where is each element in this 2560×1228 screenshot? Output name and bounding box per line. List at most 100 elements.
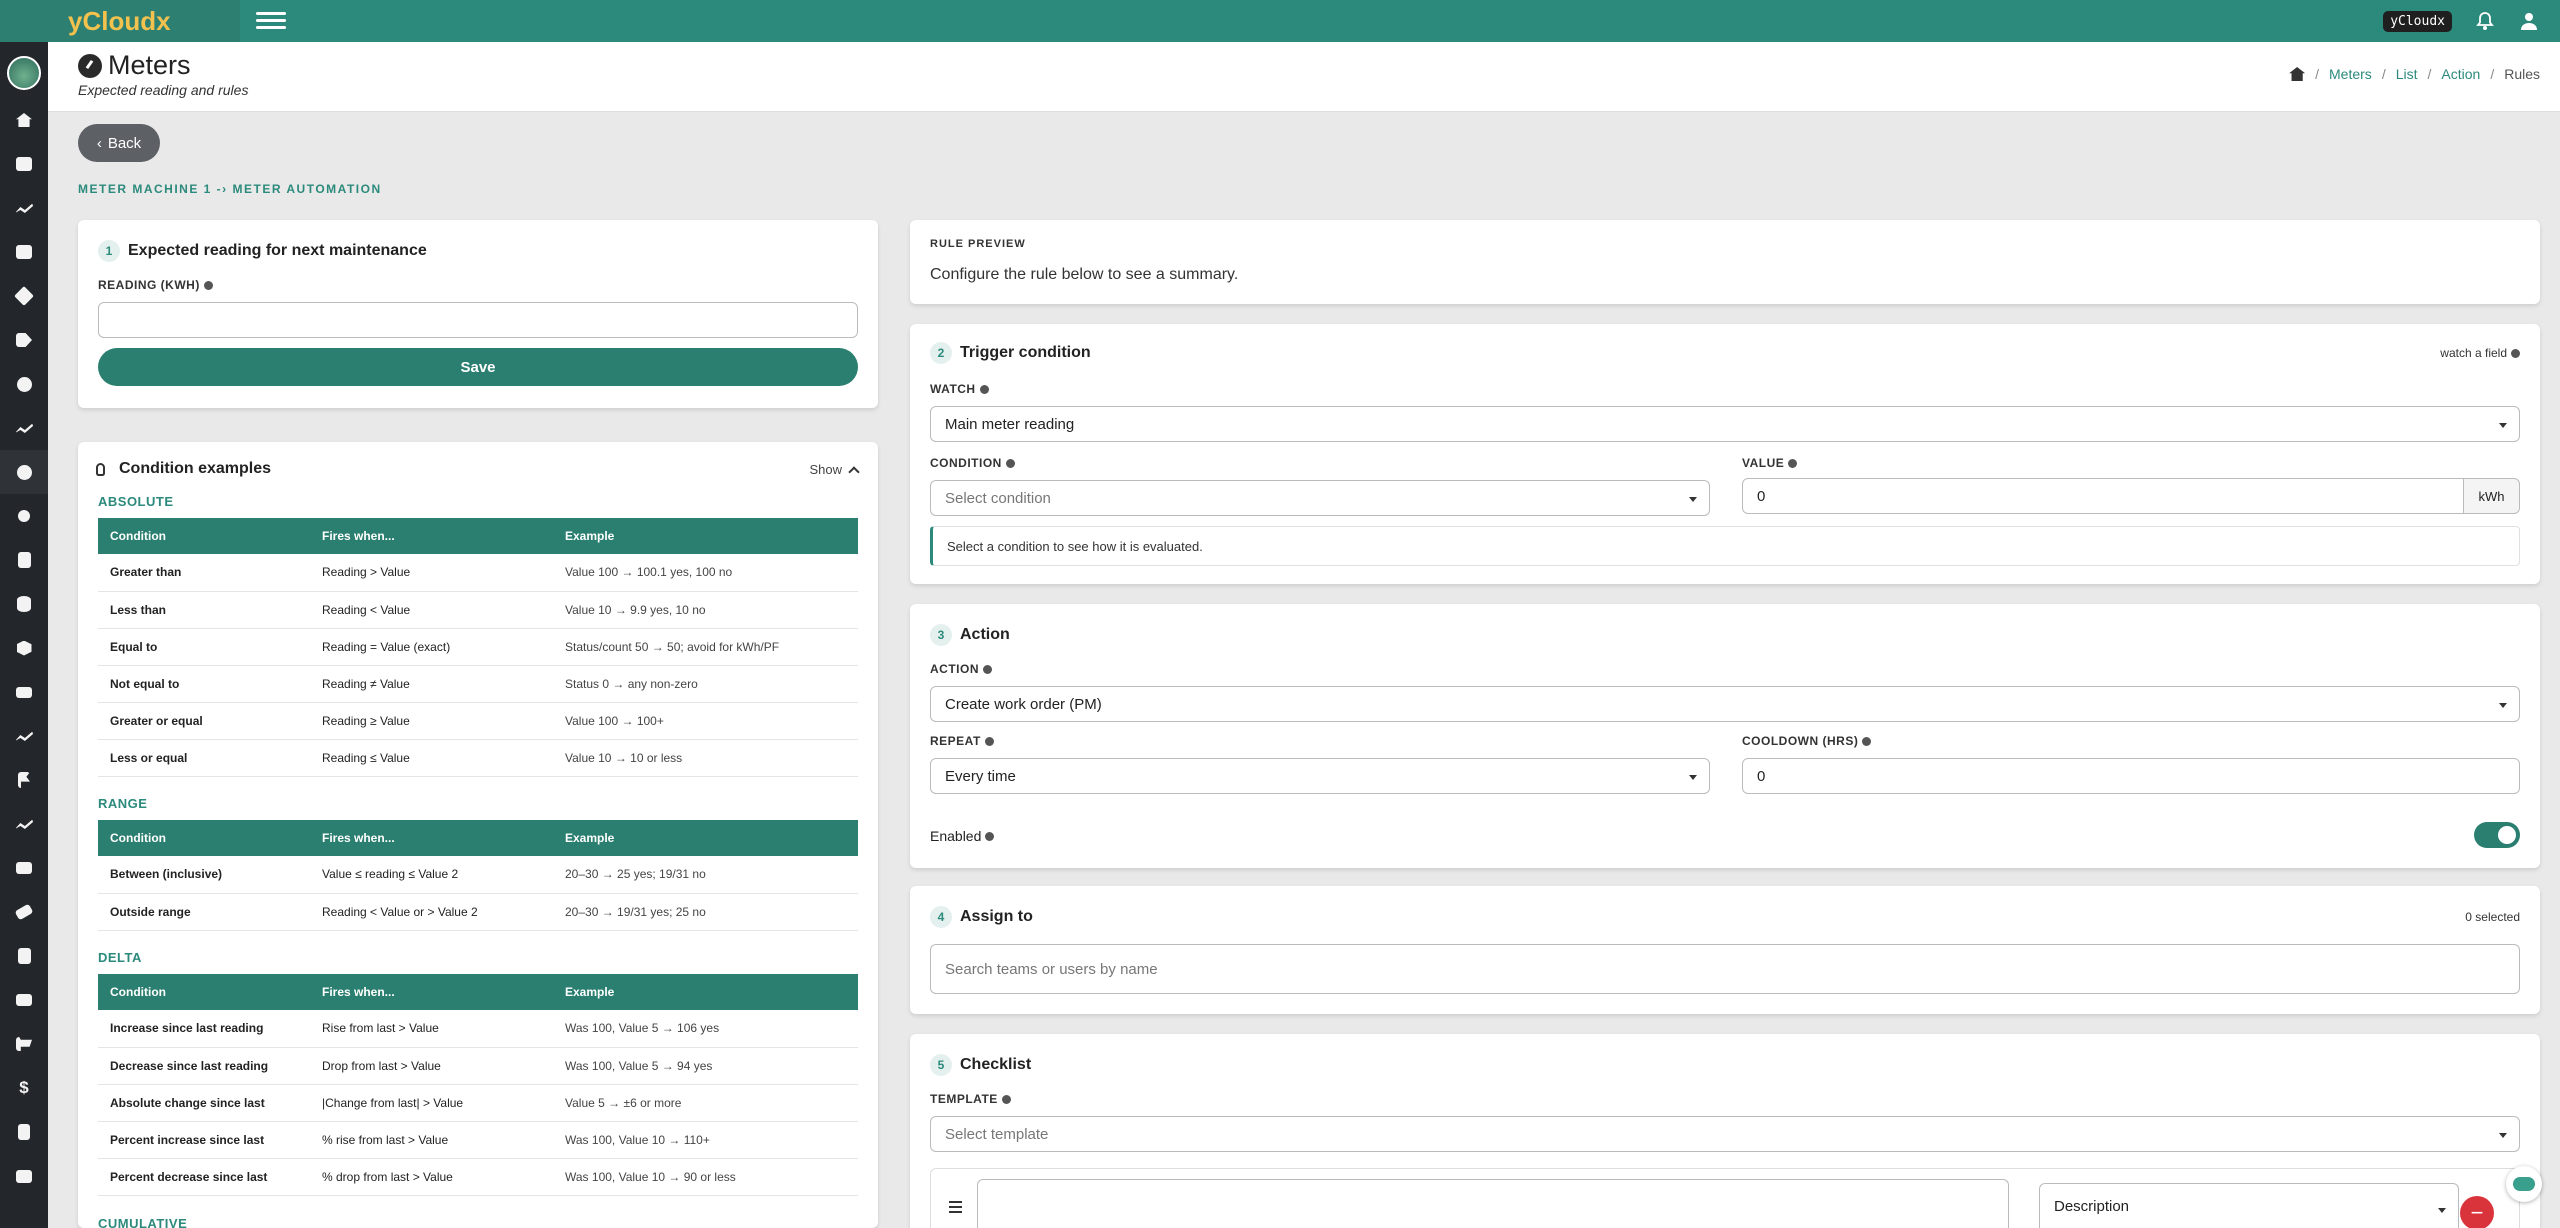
nav-clipboard-icon[interactable] — [0, 934, 48, 978]
nav-calendar-check-icon[interactable] — [0, 142, 48, 186]
trigger-heading: Trigger condition — [960, 344, 1091, 361]
rule-preview-card: RULE PREVIEW Configure the rule below to… — [910, 220, 2540, 304]
value-input[interactable]: 0 — [1742, 478, 2464, 514]
nav-home-icon[interactable] — [0, 98, 48, 142]
user-icon[interactable] — [2518, 10, 2540, 32]
gauge-icon — [78, 53, 102, 78]
nav-id-card-icon[interactable] — [0, 846, 48, 890]
action-heading: Action — [960, 626, 1010, 643]
nav-line-chart-icon[interactable] — [0, 802, 48, 846]
bell-icon[interactable] — [2474, 10, 2496, 32]
col-example: Example — [565, 985, 615, 999]
nav-signature-icon[interactable] — [0, 406, 48, 450]
nav-trend-icon[interactable] — [0, 714, 48, 758]
nav-box-icon[interactable] — [0, 626, 48, 670]
step-badge: 4 — [930, 906, 952, 928]
assign-heading: Assign to — [960, 908, 1033, 925]
item-type-select[interactable]: Description — [2039, 1183, 2459, 1228]
nav-flag-icon[interactable] — [0, 758, 48, 802]
save-button[interactable]: Save — [98, 348, 858, 386]
table-row: Greater than Reading > Value Value 100 → 1… — [98, 554, 858, 592]
brand-logo[interactable]: yCloudx — [0, 0, 240, 42]
checklist-item-input[interactable] — [977, 1179, 2009, 1228]
example-cell: Was 100, Value 10 → 90 or less — [553, 1158, 858, 1196]
breadcrumb-action[interactable]: Action — [2441, 66, 2480, 82]
nav-meters-icon[interactable] — [0, 450, 48, 494]
nav-briefcase-icon[interactable] — [0, 1154, 48, 1198]
condition-hint: Select a condition to see how it is eval… — [930, 526, 2520, 566]
nav-cart-icon[interactable] — [0, 1022, 48, 1066]
table-row: Not equal to Reading ≠ Value Status 0 → an… — [98, 665, 858, 703]
condition-label: CONDITION — [930, 456, 1015, 470]
col-fires-when: Fires when... — [322, 985, 395, 999]
repeat-label: REPEAT — [930, 734, 994, 748]
step-badge: 5 — [930, 1054, 952, 1076]
nav-wrench-icon[interactable] — [0, 274, 48, 318]
range-table: Condition Fires when... Example Between … — [98, 820, 858, 931]
watch-a-field-hint: watch a field — [2440, 346, 2520, 360]
nav-dollar-icon[interactable]: $ — [0, 1066, 48, 1110]
expected-reading-title: 1 Expected reading for next maintenance — [98, 240, 427, 262]
menu-toggle-icon[interactable] — [256, 8, 286, 34]
expected-reading-heading: Expected reading for next maintenance — [128, 242, 427, 259]
breadcrumb: / Meters / List / Action / Rules — [2289, 66, 2540, 82]
example-cell: Was 100, Value 10 → 110+ — [553, 1121, 858, 1159]
example-cell: Was 100, Value 5 → 106 yes — [553, 1010, 858, 1048]
drag-handle-icon[interactable] — [949, 1201, 962, 1213]
watch-select[interactable]: Main meter reading — [930, 406, 2520, 442]
condition-select[interactable]: Select condition — [930, 480, 1710, 516]
step-badge: 2 — [930, 342, 952, 364]
condition-cell: Percent increase since last — [98, 1121, 310, 1159]
cloud-assistant-icon[interactable] — [2506, 1166, 2542, 1202]
chevron-left-icon: ‹ — [96, 134, 102, 152]
template-select[interactable]: Select template — [930, 1116, 2520, 1152]
step-badge: 3 — [930, 624, 952, 646]
cooldown-input[interactable]: 0 — [1742, 758, 2520, 794]
back-button[interactable]: ‹ Back — [78, 124, 160, 162]
table-row: Less or equal Reading ≤ Value Value 10 → 1… — [98, 739, 858, 777]
nav-receipt-icon[interactable] — [0, 1110, 48, 1154]
nav-monitor-icon[interactable] — [0, 670, 48, 714]
back-label: Back — [107, 134, 142, 152]
enabled-toggle[interactable] — [2474, 822, 2520, 848]
condition-examples-card: Condition examples Show ABSOLUTE Conditi… — [78, 442, 878, 1228]
assign-count: 0 selected — [2465, 910, 2520, 924]
table-row: Between (inclusive) Value ≤ reading ≤ Val… — [98, 856, 858, 894]
nav-ticket-icon[interactable] — [0, 890, 48, 934]
action-select[interactable]: Create work order (PM) — [930, 686, 2520, 722]
repeat-select[interactable]: Every time — [930, 758, 1710, 794]
table-row: Less than Reading < Value Value 10 → 9.9 y… — [98, 591, 858, 629]
fires-when-cell: Value ≤ reading ≤ Value 2 — [310, 856, 553, 894]
fires-when-cell: Reading ≠ Value — [310, 665, 553, 703]
nav-database-icon[interactable] — [0, 582, 48, 626]
nav-globe-icon[interactable] — [0, 362, 48, 406]
nav-file-icon[interactable] — [0, 538, 48, 582]
fires-when-cell: % rise from last > Value — [310, 1121, 553, 1159]
col-example: Example — [565, 529, 615, 543]
org-logo[interactable] — [7, 56, 41, 90]
nav-calendar-icon[interactable] — [0, 230, 48, 274]
caret-down-icon — [2499, 1133, 2507, 1138]
caret-down-icon — [2499, 423, 2507, 428]
remove-item-button[interactable]: − — [2460, 1196, 2494, 1228]
trigger-title: 2 Trigger condition — [930, 342, 1091, 364]
reading-input[interactable] — [98, 302, 858, 338]
user-chip[interactable]: yCloudx — [2383, 10, 2452, 32]
nav-chart-icon[interactable] — [0, 186, 48, 230]
col-condition: Condition — [110, 529, 166, 543]
examples-toggle[interactable]: Show — [809, 462, 860, 478]
col-condition: Condition — [110, 985, 166, 999]
condition-cell: Increase since last reading — [98, 1010, 310, 1048]
action-label: ACTION — [930, 662, 992, 676]
nav-tag-icon[interactable] — [0, 318, 48, 362]
home-icon[interactable] — [2289, 67, 2306, 81]
rule-preview-label: RULE PREVIEW — [930, 238, 1026, 250]
nav-address-card-icon[interactable] — [0, 978, 48, 1022]
assign-search-input[interactable]: Search teams or users by name — [930, 944, 2520, 994]
breadcrumb-meters[interactable]: Meters — [2329, 66, 2372, 82]
breadcrumb-list[interactable]: List — [2396, 66, 2418, 82]
nav-circle-icon[interactable] — [0, 494, 48, 538]
info-icon — [1862, 736, 1872, 746]
assign-title: 4 Assign to — [930, 906, 1033, 928]
breadcrumb-rules: Rules — [2504, 66, 2540, 82]
